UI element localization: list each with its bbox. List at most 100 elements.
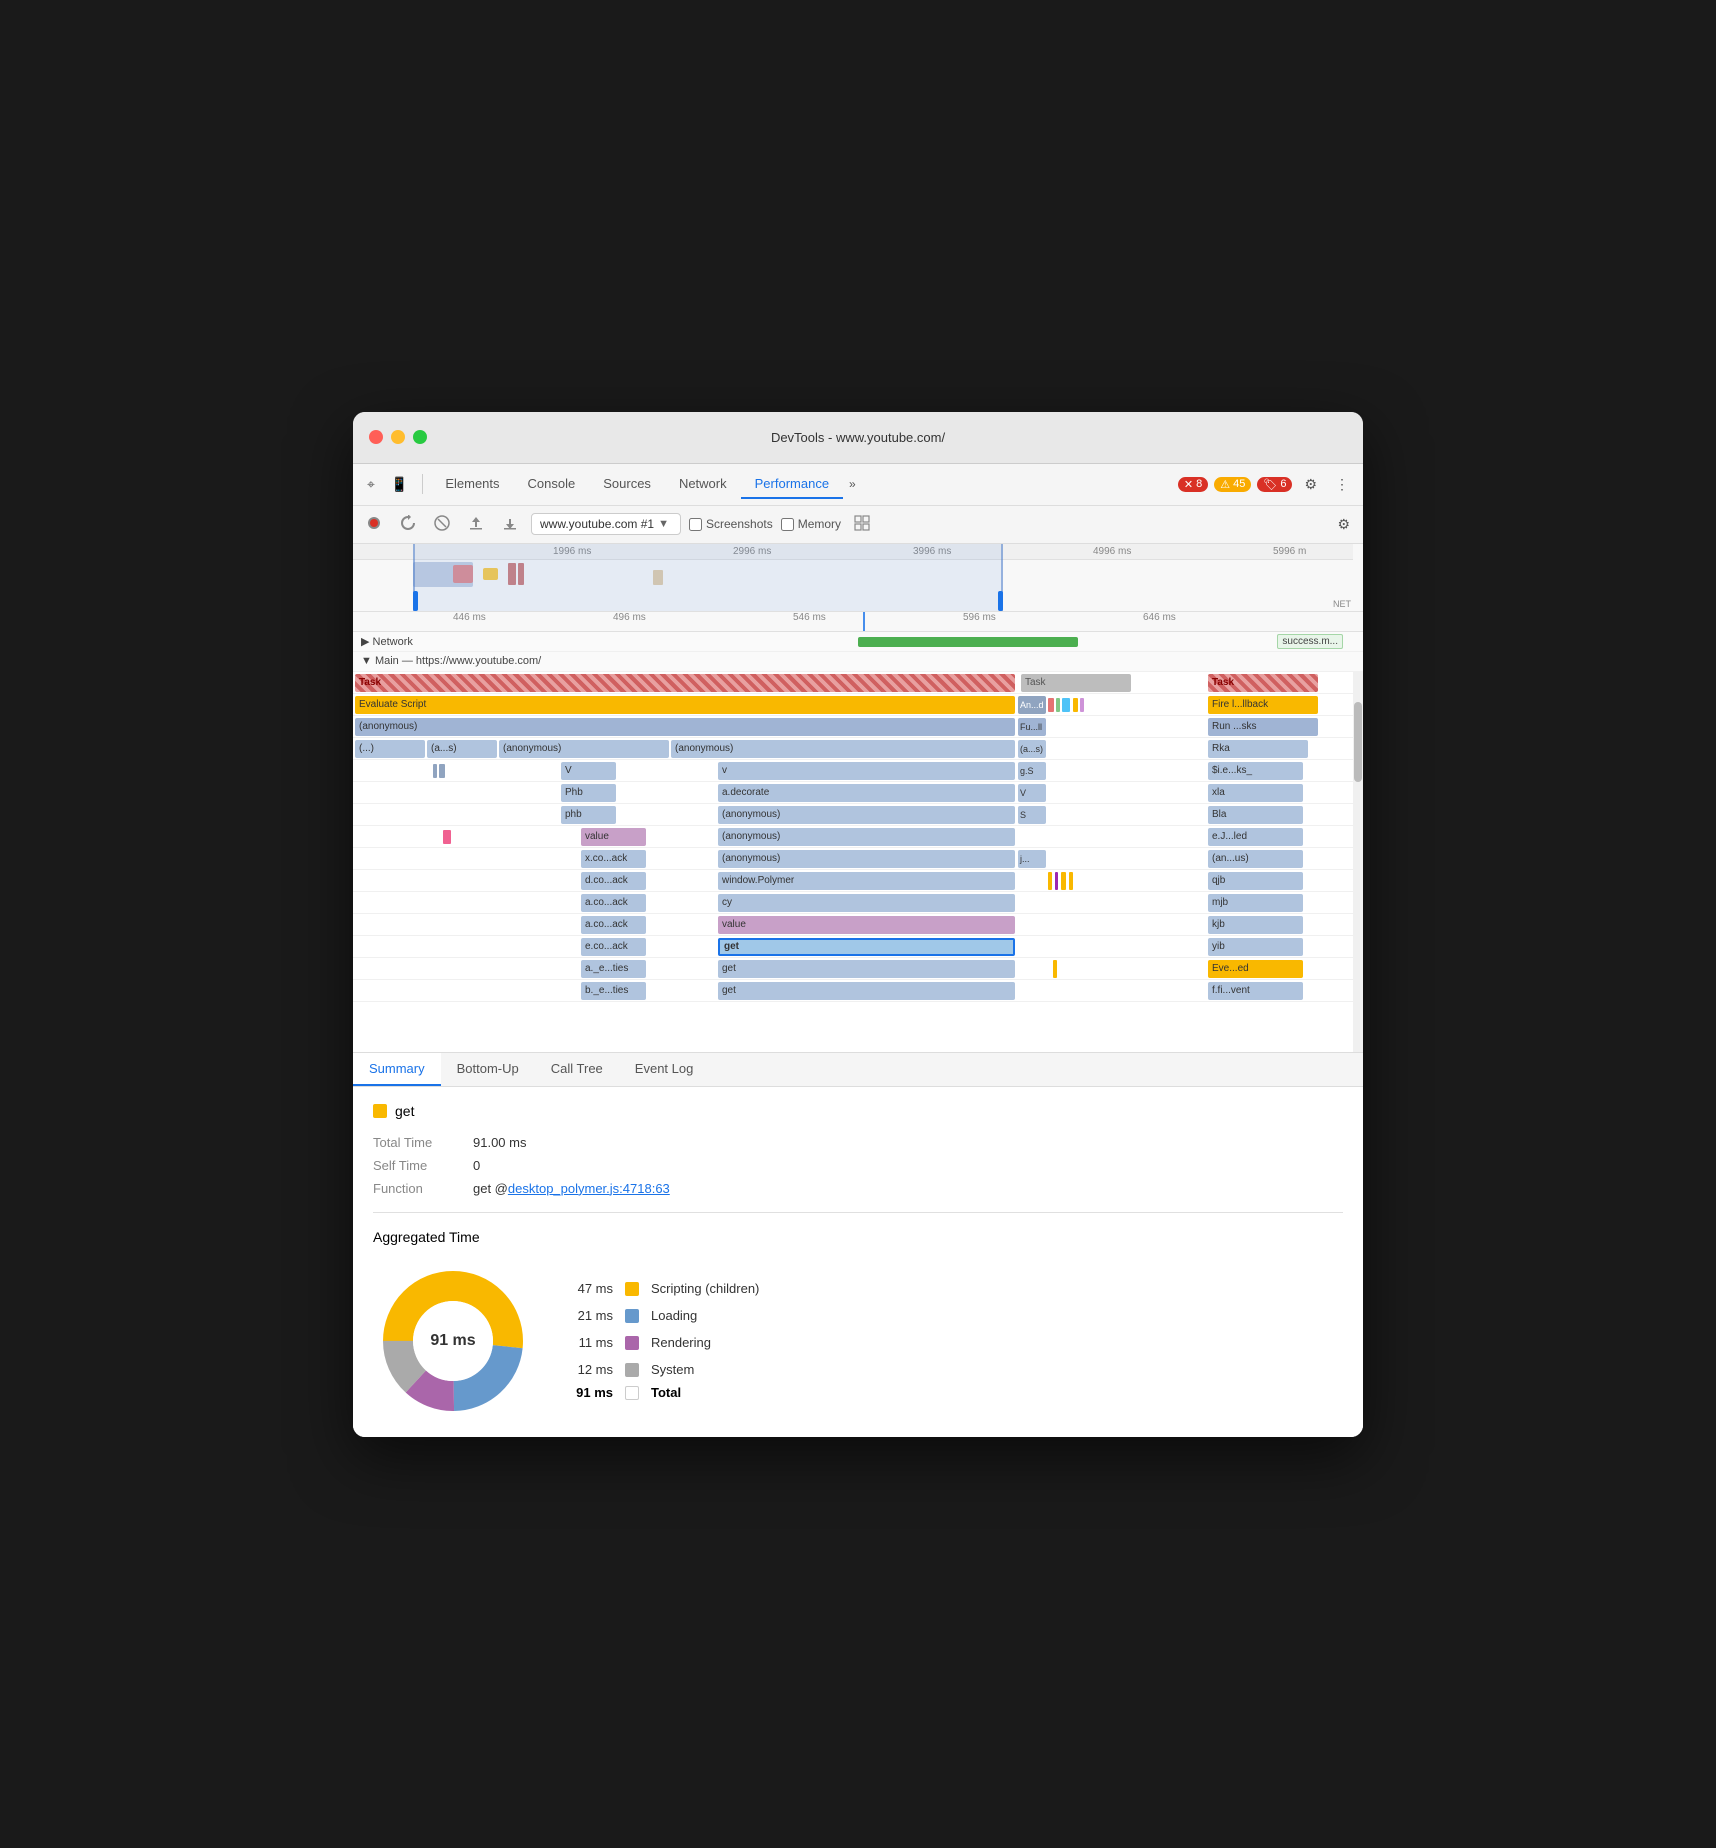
detail-mark-2: 496 ms	[613, 612, 646, 623]
record-button[interactable]	[361, 512, 387, 537]
total-time-label: Total Time	[373, 1135, 473, 1150]
url-text: www.youtube.com #1	[540, 517, 654, 531]
timeline-selection[interactable]	[413, 544, 1003, 611]
function-label: Function	[373, 1181, 473, 1196]
summary-tabs: Summary Bottom-Up Call Tree Event Log	[353, 1053, 1363, 1087]
flame-row-dcoa: d.co...ack window.Polymer qjb	[353, 870, 1363, 892]
flame-row-anonymous-1: (anonymous) Fu...ll Run ...sks	[353, 716, 1363, 738]
screenshots-label: Screenshots	[706, 517, 773, 531]
tab-summary[interactable]: Summary	[353, 1053, 441, 1086]
evaluate-bar-1: Evaluate Script	[355, 696, 1015, 714]
summary-content: get Total Time 91.00 ms Self Time 0 Func…	[353, 1087, 1363, 1437]
settings-button[interactable]: ⚙	[1298, 472, 1323, 497]
legend-name-scripting: Scripting (children)	[651, 1281, 759, 1296]
tab-event-log[interactable]: Event Log	[619, 1053, 710, 1086]
self-time-row: Self Time 0	[373, 1158, 1343, 1173]
device-toolbar-button[interactable]: 📱	[385, 472, 414, 497]
url-dropdown-arrow[interactable]: ▼	[658, 518, 669, 530]
error-badge: ✕ 8	[1178, 477, 1208, 492]
flame-row-ecoa-get: e.co...ack get yib	[353, 936, 1363, 958]
clear-button[interactable]	[429, 512, 455, 537]
download-profile-button[interactable]	[497, 512, 523, 537]
anon-bar-1: (anonymous)	[355, 718, 1015, 736]
selection-handle-left[interactable]	[413, 591, 418, 611]
legend-item-rendering: 11 ms Rendering	[573, 1335, 759, 1350]
anon-bar-2: Fu...ll	[1018, 718, 1046, 736]
record-icon	[366, 515, 382, 531]
legend-total-row: 91 ms Total	[573, 1385, 759, 1400]
clear-icon	[434, 515, 450, 531]
aggregated-time-content: 91 ms 47 ms Scripting (children) 21 ms	[373, 1261, 1343, 1421]
flame-row-value-1: value (anonymous) e.J...led	[353, 826, 1363, 848]
upload-profile-button[interactable]	[463, 512, 489, 537]
traffic-lights	[369, 430, 427, 444]
flame-row-xcoa: x.co...ack (anonymous) j... (an...us)	[353, 848, 1363, 870]
flame-row-task: Task Task Task	[353, 672, 1363, 694]
tab-elements[interactable]: Elements	[431, 470, 513, 499]
flame-chart[interactable]: Task Task Task Evaluate Script An...d Fi…	[353, 672, 1363, 1052]
function-value: get @	[473, 1181, 508, 1196]
tab-call-tree[interactable]: Call Tree	[535, 1053, 619, 1086]
detail-mark-5: 646 ms	[1143, 612, 1176, 623]
flame-row-phb2: phb (anonymous) S Bla	[353, 804, 1363, 826]
screenshots-checkbox-label[interactable]: Screenshots	[689, 517, 773, 531]
info-count: 6	[1280, 478, 1286, 490]
memory-checkbox-label[interactable]: Memory	[781, 517, 841, 531]
tab-network[interactable]: Network	[665, 470, 741, 499]
grid-icon	[854, 515, 870, 531]
more-options-button[interactable]: ⋮	[1329, 472, 1355, 497]
info-icon: 🏷	[1263, 478, 1277, 491]
memory-checkbox[interactable]	[781, 518, 794, 531]
legend-list: 47 ms Scripting (children) 21 ms Loading…	[573, 1281, 759, 1377]
ruler-mark-5: 5996 m	[1273, 546, 1306, 557]
detail-time-ruler: 446 ms 496 ms 546 ms 596 ms 646 ms	[353, 612, 1363, 632]
tab-performance[interactable]: Performance	[741, 470, 843, 499]
evaluate-mini-2	[1056, 698, 1060, 712]
perf-settings-right: ⚙	[1332, 513, 1355, 536]
donut-center-label: 91 ms	[430, 1332, 475, 1350]
grid-icon-button[interactable]	[849, 512, 875, 537]
timeline-minimap[interactable]: 1996 ms 2996 ms 3996 ms 4996 ms 5996 m C…	[353, 544, 1363, 612]
flame-row-acoa: a.co...ack cy mjb	[353, 892, 1363, 914]
cursor-icon: ⌖	[367, 476, 375, 493]
url-bar[interactable]: www.youtube.com #1 ▼	[531, 513, 681, 535]
minimize-button[interactable]	[391, 430, 405, 444]
scrollbar-thumb[interactable]	[1354, 702, 1362, 782]
reload-icon	[400, 515, 416, 531]
device-icon: 📱	[391, 476, 408, 493]
flame-row-acoa-value: a.co...ack value kjb	[353, 914, 1363, 936]
aggregated-time-title: Aggregated Time	[373, 1229, 1343, 1245]
total-time-row: Total Time 91.00 ms	[373, 1135, 1343, 1150]
network-section-label[interactable]: ▶ Network	[361, 635, 413, 648]
network-success-bar	[858, 637, 1078, 647]
inspect-element-button[interactable]: ⌖	[361, 472, 381, 497]
self-time-value: 0	[473, 1158, 480, 1173]
legend-color-system	[625, 1363, 639, 1377]
upload-icon	[468, 515, 484, 531]
flame-row-v: V v g.S $i.e...ks_	[353, 760, 1363, 782]
flame-row-multi-1: (...) (a...s) (anonymous) (anonymous) (a…	[353, 738, 1363, 760]
tab-bottom-up[interactable]: Bottom-Up	[441, 1053, 535, 1086]
function-color-indicator	[373, 1104, 387, 1118]
screenshots-checkbox[interactable]	[689, 518, 702, 531]
toolbar-separator-1	[422, 474, 423, 494]
reload-record-button[interactable]	[395, 512, 421, 537]
legend: 47 ms Scripting (children) 21 ms Loading…	[573, 1281, 759, 1400]
performance-toolbar: www.youtube.com #1 ▼ Screenshots Memory …	[353, 506, 1363, 544]
selection-handle-right[interactable]	[998, 591, 1003, 611]
maximize-button[interactable]	[413, 430, 427, 444]
scrollbar[interactable]	[1353, 672, 1363, 1052]
close-button[interactable]	[369, 430, 383, 444]
net-label: NET	[1333, 599, 1351, 609]
more-tabs-button[interactable]: »	[843, 473, 862, 495]
main-section-row: ▼ Main — https://www.youtube.com/	[353, 652, 1363, 672]
perf-settings-button[interactable]: ⚙	[1332, 513, 1355, 536]
function-title: get	[373, 1103, 1343, 1119]
tab-console[interactable]: Console	[514, 470, 590, 499]
main-section-label[interactable]: ▼ Main — https://www.youtube.com/	[361, 655, 541, 667]
function-link[interactable]: desktop_polymer.js:4718:63	[508, 1181, 670, 1196]
selected-get-bar[interactable]: get	[718, 938, 1015, 956]
tab-sources[interactable]: Sources	[589, 470, 665, 499]
summary-divider	[373, 1212, 1343, 1213]
error-count: 8	[1196, 478, 1202, 490]
